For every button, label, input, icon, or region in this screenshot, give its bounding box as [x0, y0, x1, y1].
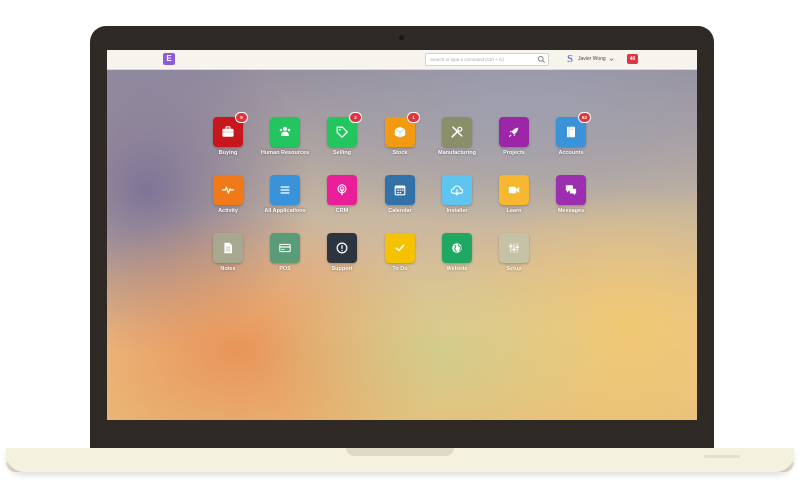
app-tile[interactable]: [442, 175, 472, 205]
app-label: Notes: [220, 266, 236, 272]
sliders-icon: [509, 243, 519, 253]
app-learn[interactable]: Learn: [486, 175, 542, 214]
app-selling[interactable]: 2 Selling: [314, 113, 370, 156]
rocket-icon: [508, 127, 519, 138]
app-tile[interactable]: [327, 233, 357, 263]
app-website[interactable]: Website: [429, 233, 485, 272]
app-label: Messages: [557, 208, 585, 214]
app-label: Selling: [332, 150, 352, 156]
app-label: POS: [279, 266, 291, 272]
app-tile[interactable]: 52: [556, 113, 590, 147]
app-calendar[interactable]: Calendar: [372, 175, 428, 214]
app-label: Setup: [506, 266, 522, 272]
tag-icon: [336, 126, 348, 138]
card-icon: [279, 243, 291, 253]
app-tile[interactable]: [499, 175, 529, 205]
app-badge: 1: [408, 113, 419, 122]
app-pos[interactable]: POS: [257, 233, 313, 272]
app-tile[interactable]: [499, 233, 529, 263]
app-projects[interactable]: Projects: [486, 117, 542, 156]
app-manufacturing[interactable]: Manufacturing: [429, 117, 485, 156]
app-label: All Applications: [264, 208, 306, 214]
user-name: Javier Wong: [578, 56, 606, 62]
file-icon: [224, 242, 232, 254]
app-label: Human Resources: [260, 150, 310, 156]
app-tile[interactable]: [385, 233, 415, 263]
app-label: Accounts: [558, 150, 584, 156]
app-label: Buying: [218, 150, 238, 156]
app-installer[interactable]: Installer: [429, 175, 485, 214]
app-messages[interactable]: Messages: [543, 175, 599, 214]
app-tile[interactable]: [385, 175, 415, 205]
app-tile[interactable]: [213, 175, 243, 205]
app-to-do[interactable]: To Do: [372, 233, 428, 272]
app-label: Website: [446, 266, 468, 272]
app-tile[interactable]: [213, 233, 243, 263]
app-label: CRM: [335, 208, 349, 214]
top-navbar: E S Javier Wong 40: [107, 50, 697, 70]
search-box: [425, 53, 549, 66]
app-stock[interactable]: 1 Stock: [372, 113, 428, 156]
brand-logo[interactable]: E: [163, 53, 175, 65]
app-tile[interactable]: [270, 233, 300, 263]
laptop-lid: E S Javier Wong 40 9 Buying Human Resource…: [90, 26, 714, 448]
app-tile[interactable]: [327, 175, 357, 205]
app-support[interactable]: Support: [314, 233, 370, 272]
box-icon: [394, 126, 406, 138]
list-icon: [280, 186, 290, 194]
app-notes[interactable]: Notes: [200, 233, 256, 272]
avatar: S: [566, 53, 574, 65]
app-tile[interactable]: 1: [385, 113, 419, 147]
podcast-icon: [337, 184, 347, 196]
app-tile[interactable]: [270, 175, 300, 205]
user-menu[interactable]: S Javier Wong: [565, 53, 614, 65]
users-icon: [279, 126, 291, 136]
app-label: Projects: [503, 150, 525, 156]
app-buying[interactable]: 9 Buying: [200, 113, 256, 156]
briefcase-icon: [222, 126, 234, 137]
app-label: To Do: [392, 266, 408, 272]
app-badge: 2: [350, 113, 361, 122]
search-input[interactable]: [428, 54, 536, 65]
calendar-icon: [394, 185, 406, 196]
app-label: Installer: [446, 208, 468, 214]
chevron-down-icon: [609, 57, 614, 61]
alert-icon: [336, 242, 348, 254]
laptop-indicator: [704, 455, 740, 458]
pulse-icon: [222, 186, 234, 194]
check-icon: [395, 244, 405, 252]
laptop-notch: [346, 448, 454, 456]
globe-icon: [452, 243, 462, 253]
app-tile[interactable]: 2: [327, 113, 361, 147]
app-badge: 9: [236, 113, 247, 122]
app-badge: 52: [579, 113, 590, 122]
app-setup[interactable]: Setup: [486, 233, 542, 272]
app-tile[interactable]: [499, 117, 529, 147]
notification-badge[interactable]: 40: [627, 54, 638, 64]
app-activity[interactable]: Activity: [200, 175, 256, 214]
app-label: Support: [331, 266, 353, 272]
app-tile[interactable]: [442, 117, 472, 147]
app-label: Manufacturing: [438, 150, 476, 156]
app-label: Activity: [218, 208, 238, 214]
app-all-applications[interactable]: All Applications: [257, 175, 313, 214]
app-tile[interactable]: [270, 117, 300, 147]
app-label: Stock: [392, 150, 408, 156]
chat-icon: [565, 185, 577, 196]
app-label: Calendar: [388, 208, 412, 214]
app-tile[interactable]: 9: [213, 113, 247, 147]
search-icon[interactable]: [537, 55, 546, 64]
desk-screen: E S Javier Wong 40 9 Buying Human Resource…: [107, 50, 697, 420]
book-icon: [567, 126, 575, 138]
app-accounts[interactable]: 52 Accounts: [543, 113, 599, 156]
video-icon: [508, 186, 520, 194]
tools-icon: [451, 126, 463, 138]
camera-icon: [399, 35, 404, 40]
app-human-resources[interactable]: Human Resources: [257, 117, 313, 156]
cloud-download-icon: [450, 185, 464, 196]
app-crm[interactable]: CRM: [314, 175, 370, 214]
app-tile[interactable]: [556, 175, 586, 205]
app-tile[interactable]: [442, 233, 472, 263]
app-label: Learn: [506, 208, 522, 214]
